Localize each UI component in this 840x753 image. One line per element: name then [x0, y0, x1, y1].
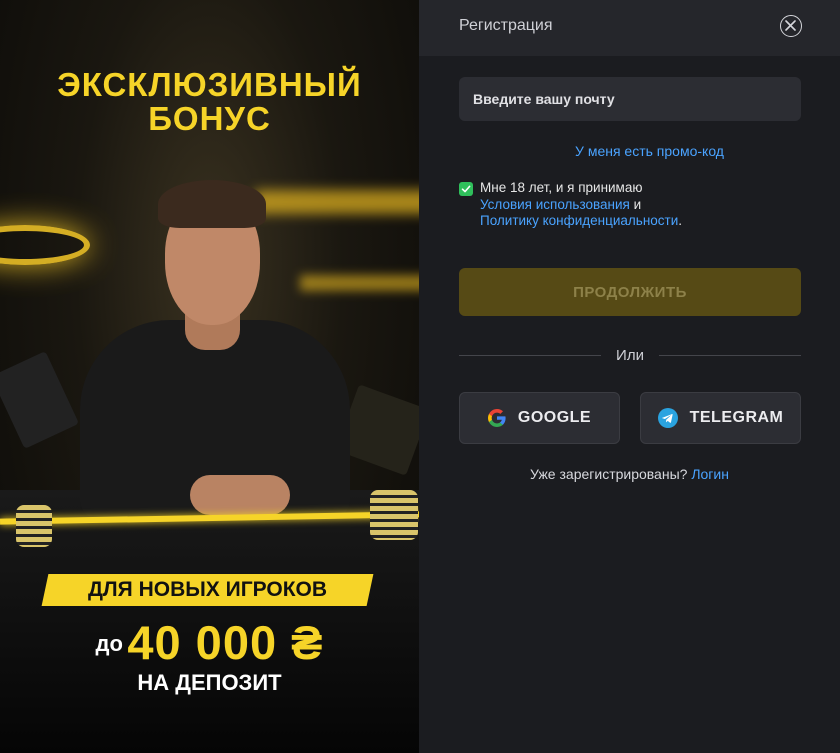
amount-prefix: до: [95, 631, 123, 656]
agree-and-text: и: [629, 196, 642, 212]
panel-header: Регистрация: [419, 0, 840, 56]
telegram-icon: [657, 408, 678, 428]
google-login-button[interactable]: GOOGLE: [459, 392, 620, 444]
promo-amount: до 40 000 ₴: [0, 615, 419, 670]
promo-title: ЭКСКЛЮЗИВНЫЙ БОНУС: [0, 68, 419, 136]
or-divider: Или: [459, 346, 801, 366]
promo-code-link-label: У меня есть промо-код: [575, 143, 724, 159]
promo-code-link[interactable]: У меня есть промо-код: [419, 143, 840, 159]
agree-text: Мне 18 лет, и я принимаю: [480, 180, 643, 195]
amount-value: 40 000 ₴: [127, 616, 324, 669]
login-prompt: Уже зарегистрированы? Логин: [419, 466, 840, 482]
registration-panel: Регистрация У меня есть промо-код Мне 18…: [419, 0, 840, 753]
promo-badge: ДЛЯ НОВЫХ ИГРОКОВ: [87, 578, 328, 601]
divider-line: [659, 355, 801, 356]
age-terms-agreement: Мне 18 лет, и я принимаю Условия использ…: [459, 180, 819, 230]
email-field[interactable]: [459, 77, 801, 121]
chips-stack-image: [370, 490, 418, 540]
agree-checkbox[interactable]: [459, 182, 473, 196]
close-icon: [785, 20, 796, 31]
promo-banner: ЭКСКЛЮЗИВНЫЙ БОНУС ДЛЯ НОВЫХ ИГРОКОВ до …: [0, 0, 419, 753]
telegram-login-button[interactable]: TELEGRAM: [640, 392, 801, 444]
login-link[interactable]: Логин: [691, 466, 729, 482]
promo-title-line2: БОНУС: [148, 100, 271, 137]
chips-stack-image: [16, 505, 52, 547]
already-registered-text: Уже зарегистрированы?: [530, 466, 688, 482]
panel-title: Регистрация: [459, 17, 553, 34]
google-icon: [487, 409, 506, 427]
terms-link[interactable]: Условия использования: [480, 197, 630, 212]
promo-title-line1: ЭКСКЛЮЗИВНЫЙ: [57, 66, 362, 103]
checkmark-icon: [461, 185, 471, 193]
continue-button[interactable]: ПРОДОЛЖИТЬ: [459, 268, 801, 316]
google-label: GOOGLE: [517, 409, 592, 426]
promo-deposit: НА ДЕПОЗИТ: [137, 670, 282, 695]
player-photo: [60, 180, 360, 530]
telegram-label: TELEGRAM: [689, 409, 784, 426]
privacy-policy-link[interactable]: Политику конфиденциальности: [480, 213, 678, 228]
close-button[interactable]: [780, 15, 802, 37]
agree-period: .: [678, 213, 683, 228]
